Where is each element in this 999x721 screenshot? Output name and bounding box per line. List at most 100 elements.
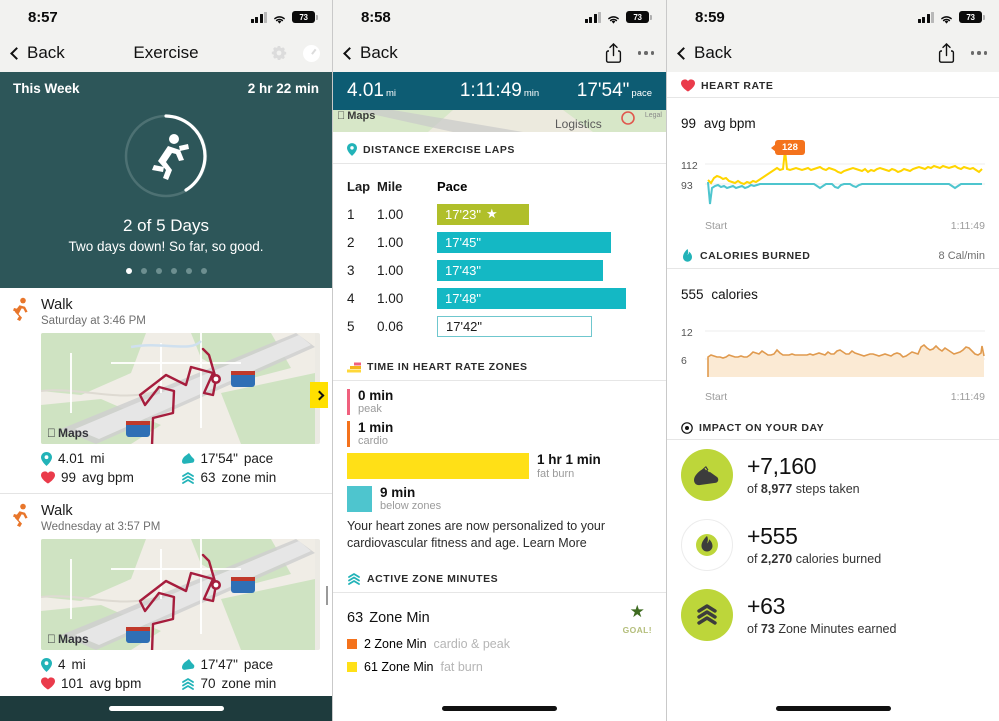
- zone-row: 0 min peak: [347, 388, 652, 415]
- activity-chevron[interactable]: [326, 586, 328, 606]
- battery-icon: 73: [292, 11, 318, 23]
- back-button[interactable]: Back: [10, 43, 65, 63]
- share-icon[interactable]: [605, 43, 622, 63]
- status-icons: 73: [917, 11, 985, 24]
- route-map-thumbnail[interactable]:  Maps: [41, 539, 320, 650]
- chevron-right-icon[interactable]: [326, 586, 328, 606]
- home-indicator-bar: [333, 696, 666, 721]
- activity-chevron[interactable]: [310, 382, 328, 409]
- zone-text: 0 min peak: [358, 388, 393, 415]
- chevron-left-icon: [343, 46, 356, 60]
- cal-axis-high: 12: [681, 327, 693, 339]
- lap-mile: 1.00: [377, 290, 404, 306]
- zones-note[interactable]: Your heart zones are now personalized to…: [347, 518, 652, 552]
- lap-pace-value: 17'43": [445, 262, 482, 278]
- back-button[interactable]: Back: [677, 43, 732, 63]
- azm-legend-item: 61 Zone Min fat burn: [347, 660, 652, 674]
- zone-time: 1 min: [358, 420, 394, 436]
- page-dot-6[interactable]: [200, 268, 207, 274]
- legend-name: cardio & peak: [433, 637, 510, 652]
- week-total-duration: 2 hr 22 min: [247, 81, 319, 96]
- gear-icon[interactable]: [271, 45, 287, 61]
- map-strip-graphic: [333, 110, 666, 132]
- lap-number: 5: [347, 318, 355, 334]
- page-dot-5[interactable]: [185, 268, 192, 274]
- stat-bpm: 99 avg bpm: [41, 470, 181, 485]
- heart-rate-chart[interactable]: 112 93 128: [681, 140, 985, 216]
- page-dots[interactable]: [0, 268, 332, 274]
- zone-text: 1 hr 1 min fat burn: [537, 453, 601, 480]
- back-button[interactable]: Back: [343, 43, 398, 63]
- home-indicator[interactable]: [775, 706, 891, 711]
- heart-icon: [681, 79, 695, 92]
- page-dot-3[interactable]: [155, 268, 162, 274]
- apple-maps-badge:  Maps: [47, 632, 89, 646]
- flame-icon: [683, 249, 692, 262]
- share-icon[interactable]: [938, 43, 955, 63]
- impact-total: of 2,270 calories burned: [747, 552, 881, 566]
- stat-distance: 4.01 mi: [41, 451, 181, 466]
- impact-label: steps taken: [795, 481, 860, 496]
- page-dot-4[interactable]: [170, 268, 177, 274]
- apple-maps-badge:  Maps: [337, 110, 375, 122]
- lap-number: 1: [347, 206, 355, 222]
- heart-icon: [41, 471, 55, 484]
- wifi-icon: [939, 12, 954, 24]
- hr-chart-svg: [705, 149, 985, 205]
- status-time: 8:57: [28, 8, 58, 26]
- impact-label: calories burned: [795, 551, 882, 566]
- zones-section-title: TIME IN HEART RATE ZONES: [367, 361, 528, 373]
- stat-distance-unit: mi: [71, 657, 86, 672]
- cal-chart-svg: [705, 330, 985, 377]
- summary-pace-value: 17'54": [576, 80, 630, 101]
- maps-label: Maps: [49, 632, 89, 646]
- activity-card[interactable]: Walk Saturday at 3:46 PM Maps 4.01 mi 17…: [0, 288, 332, 494]
- heart-rate-zones: 0 min peak 1 min cardio 1 hr 1 min fat b…: [333, 381, 666, 561]
- stat-pace: 17'54" pace: [181, 451, 321, 466]
- route-map-thumbnail[interactable]:  Maps: [41, 333, 320, 444]
- more-icon[interactable]: [637, 51, 654, 55]
- hr-average-value: 99: [681, 116, 697, 131]
- stat-pace: 17'47" pace: [181, 657, 321, 672]
- page-dot-2[interactable]: [140, 268, 147, 274]
- home-indicator-bar: [0, 696, 332, 721]
- calories-chart[interactable]: 12 6: [681, 313, 985, 387]
- cellular-signal-icon: [917, 11, 934, 23]
- home-indicator[interactable]: [442, 706, 557, 711]
- map-strip[interactable]:  Maps Logistics Legal: [333, 110, 666, 132]
- laps-table-header: Lap Mile Pace: [347, 172, 652, 200]
- lap-pace-bar: 17'43": [437, 259, 603, 281]
- activity-card[interactable]: Walk Wednesday at 3:57 PM Maps 4 mi 17'4…: [0, 494, 332, 700]
- lap-pace-bar: 17'23" ★: [437, 203, 530, 225]
- lap-mile: 1.00: [377, 234, 404, 250]
- activity-stats: 4 mi 17'47" pace 101 avg bpm 70 zone min: [41, 657, 320, 691]
- hr-chart-area: 128: [705, 140, 985, 216]
- home-indicator[interactable]: [108, 706, 224, 711]
- weekly-goal-hero: This Week 2 hr 22 min 2 of 5 Days Two da…: [0, 72, 332, 288]
- hr-end-label: 1:11:49: [950, 220, 985, 232]
- zone-text: 1 min cardio: [358, 420, 394, 447]
- table-row: 5 0.06 17'42": [347, 312, 652, 340]
- summary-distance-unit: mi: [385, 88, 397, 99]
- zone-row: 9 min below zones: [347, 485, 652, 512]
- hr-section-title: HEART RATE: [701, 79, 774, 92]
- apple-maps-badge:  Maps: [47, 426, 89, 440]
- status-time: 8:59: [695, 8, 725, 26]
- table-row: 1 1.00 17'23" ★: [347, 200, 652, 228]
- active-zone-minutes: 63 Zone Min ★ GOAL! 2 Zone Min cardio & …: [333, 593, 666, 680]
- battery-icon: 73: [959, 11, 985, 23]
- impact-row-zone-minutes: +63 of 73 Zone Minutes earned: [667, 580, 999, 650]
- lap-mile: 0.06: [377, 318, 404, 334]
- status-icons: 73: [584, 11, 652, 24]
- best-lap-star-icon: ★: [486, 206, 498, 221]
- zone-name: below zones: [380, 499, 442, 512]
- stat-zone-unit: zone min: [221, 676, 277, 691]
- workout-summary-strip: 4.01 mi 1:11:49 min 17'54" pace: [333, 72, 666, 110]
- chevron-right-icon[interactable]: [310, 382, 328, 409]
- stopwatch-icon[interactable]: [303, 44, 320, 62]
- impact-total-value: 8,977: [760, 481, 793, 496]
- page-dot-1[interactable]: [125, 268, 132, 274]
- legend-swatch-fat-burn: [347, 662, 357, 673]
- more-icon[interactable]: [970, 51, 987, 55]
- stat-distance: 4 mi: [41, 657, 181, 672]
